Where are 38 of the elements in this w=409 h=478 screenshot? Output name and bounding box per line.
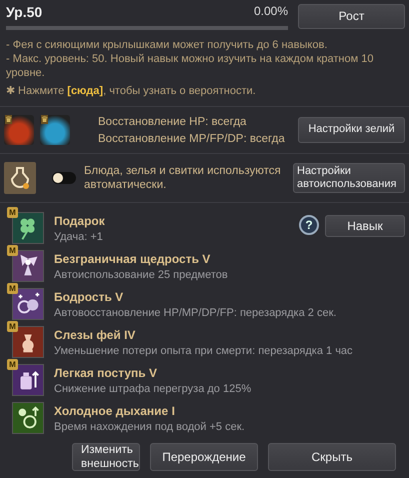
- progress-percent: 0.00%: [254, 4, 288, 20]
- potion-icon: ♛: [4, 115, 34, 145]
- skill-description: Автовосстановление HP/MP/DP/FP: перезарядка 2 сек.: [54, 306, 336, 318]
- skill-name: Безграничная щедрость V: [54, 252, 212, 266]
- potion-setting-text: Восстановление HP: всегда: [98, 116, 248, 128]
- mastery-badge: M: [7, 321, 18, 332]
- footer-button[interactable]: Изменить внешность: [72, 443, 140, 471]
- skill-name: Подарок: [54, 214, 105, 228]
- skill-button[interactable]: Навык: [325, 215, 405, 237]
- skill-name: Бодрость V: [54, 290, 124, 304]
- skill-name: Слезы фей IV: [54, 328, 136, 342]
- auto-use-toggle[interactable]: [52, 172, 76, 184]
- skill-description: Уменьшение потери опыта при смерти: перезарядка 1 час: [54, 344, 353, 356]
- probability-link[interactable]: [сюда]: [67, 85, 104, 97]
- skill-description: Удача: +1: [54, 230, 104, 242]
- hint-text: ✱ Нажмите [сюда], чтобы узнать о вероятности.: [6, 84, 257, 98]
- note-text: - Фея с сияющими крылышками может получить до 6 навыков.: [6, 38, 328, 52]
- auto-use-settings-button[interactable]: Настройки автоиспользования: [293, 163, 405, 193]
- potion-settings-button[interactable]: Настройки зелий: [298, 117, 405, 143]
- skill-description: Снижение штрафа перегруза до 125%: [54, 382, 252, 394]
- skill-description: Время нахождения под водой +5 сек.: [54, 420, 245, 432]
- potion-setting-text: Восстановление MP/FP/DP: всегда: [98, 132, 286, 144]
- level-label: Ур.50: [6, 4, 42, 20]
- note-text: - Макс. уровень: 50. Новый навык можно изучить на каждом кратном 10 уровне.: [6, 52, 374, 80]
- mastery-badge: M: [7, 359, 18, 370]
- skill-name: Легкая поступь V: [54, 366, 158, 380]
- flask-gear-icon: [4, 162, 36, 194]
- mastery-badge: M: [7, 245, 18, 256]
- potion-icon: ♛: [40, 115, 70, 145]
- mastery-badge: M: [7, 207, 18, 218]
- mastery-badge: M: [7, 283, 18, 294]
- footer-button[interactable]: Скрыть: [268, 443, 396, 471]
- help-button[interactable]: ?: [299, 215, 319, 235]
- grow-button[interactable]: Рост: [298, 4, 405, 29]
- auto-use-text: Блюда, зелья и свитки используются автоматически.: [84, 164, 282, 192]
- skill-description: Автоиспользование 25 предметов: [54, 268, 228, 280]
- footer-button[interactable]: Перерождение: [150, 443, 258, 471]
- skill-name: Холодное дыхание I: [54, 404, 176, 418]
